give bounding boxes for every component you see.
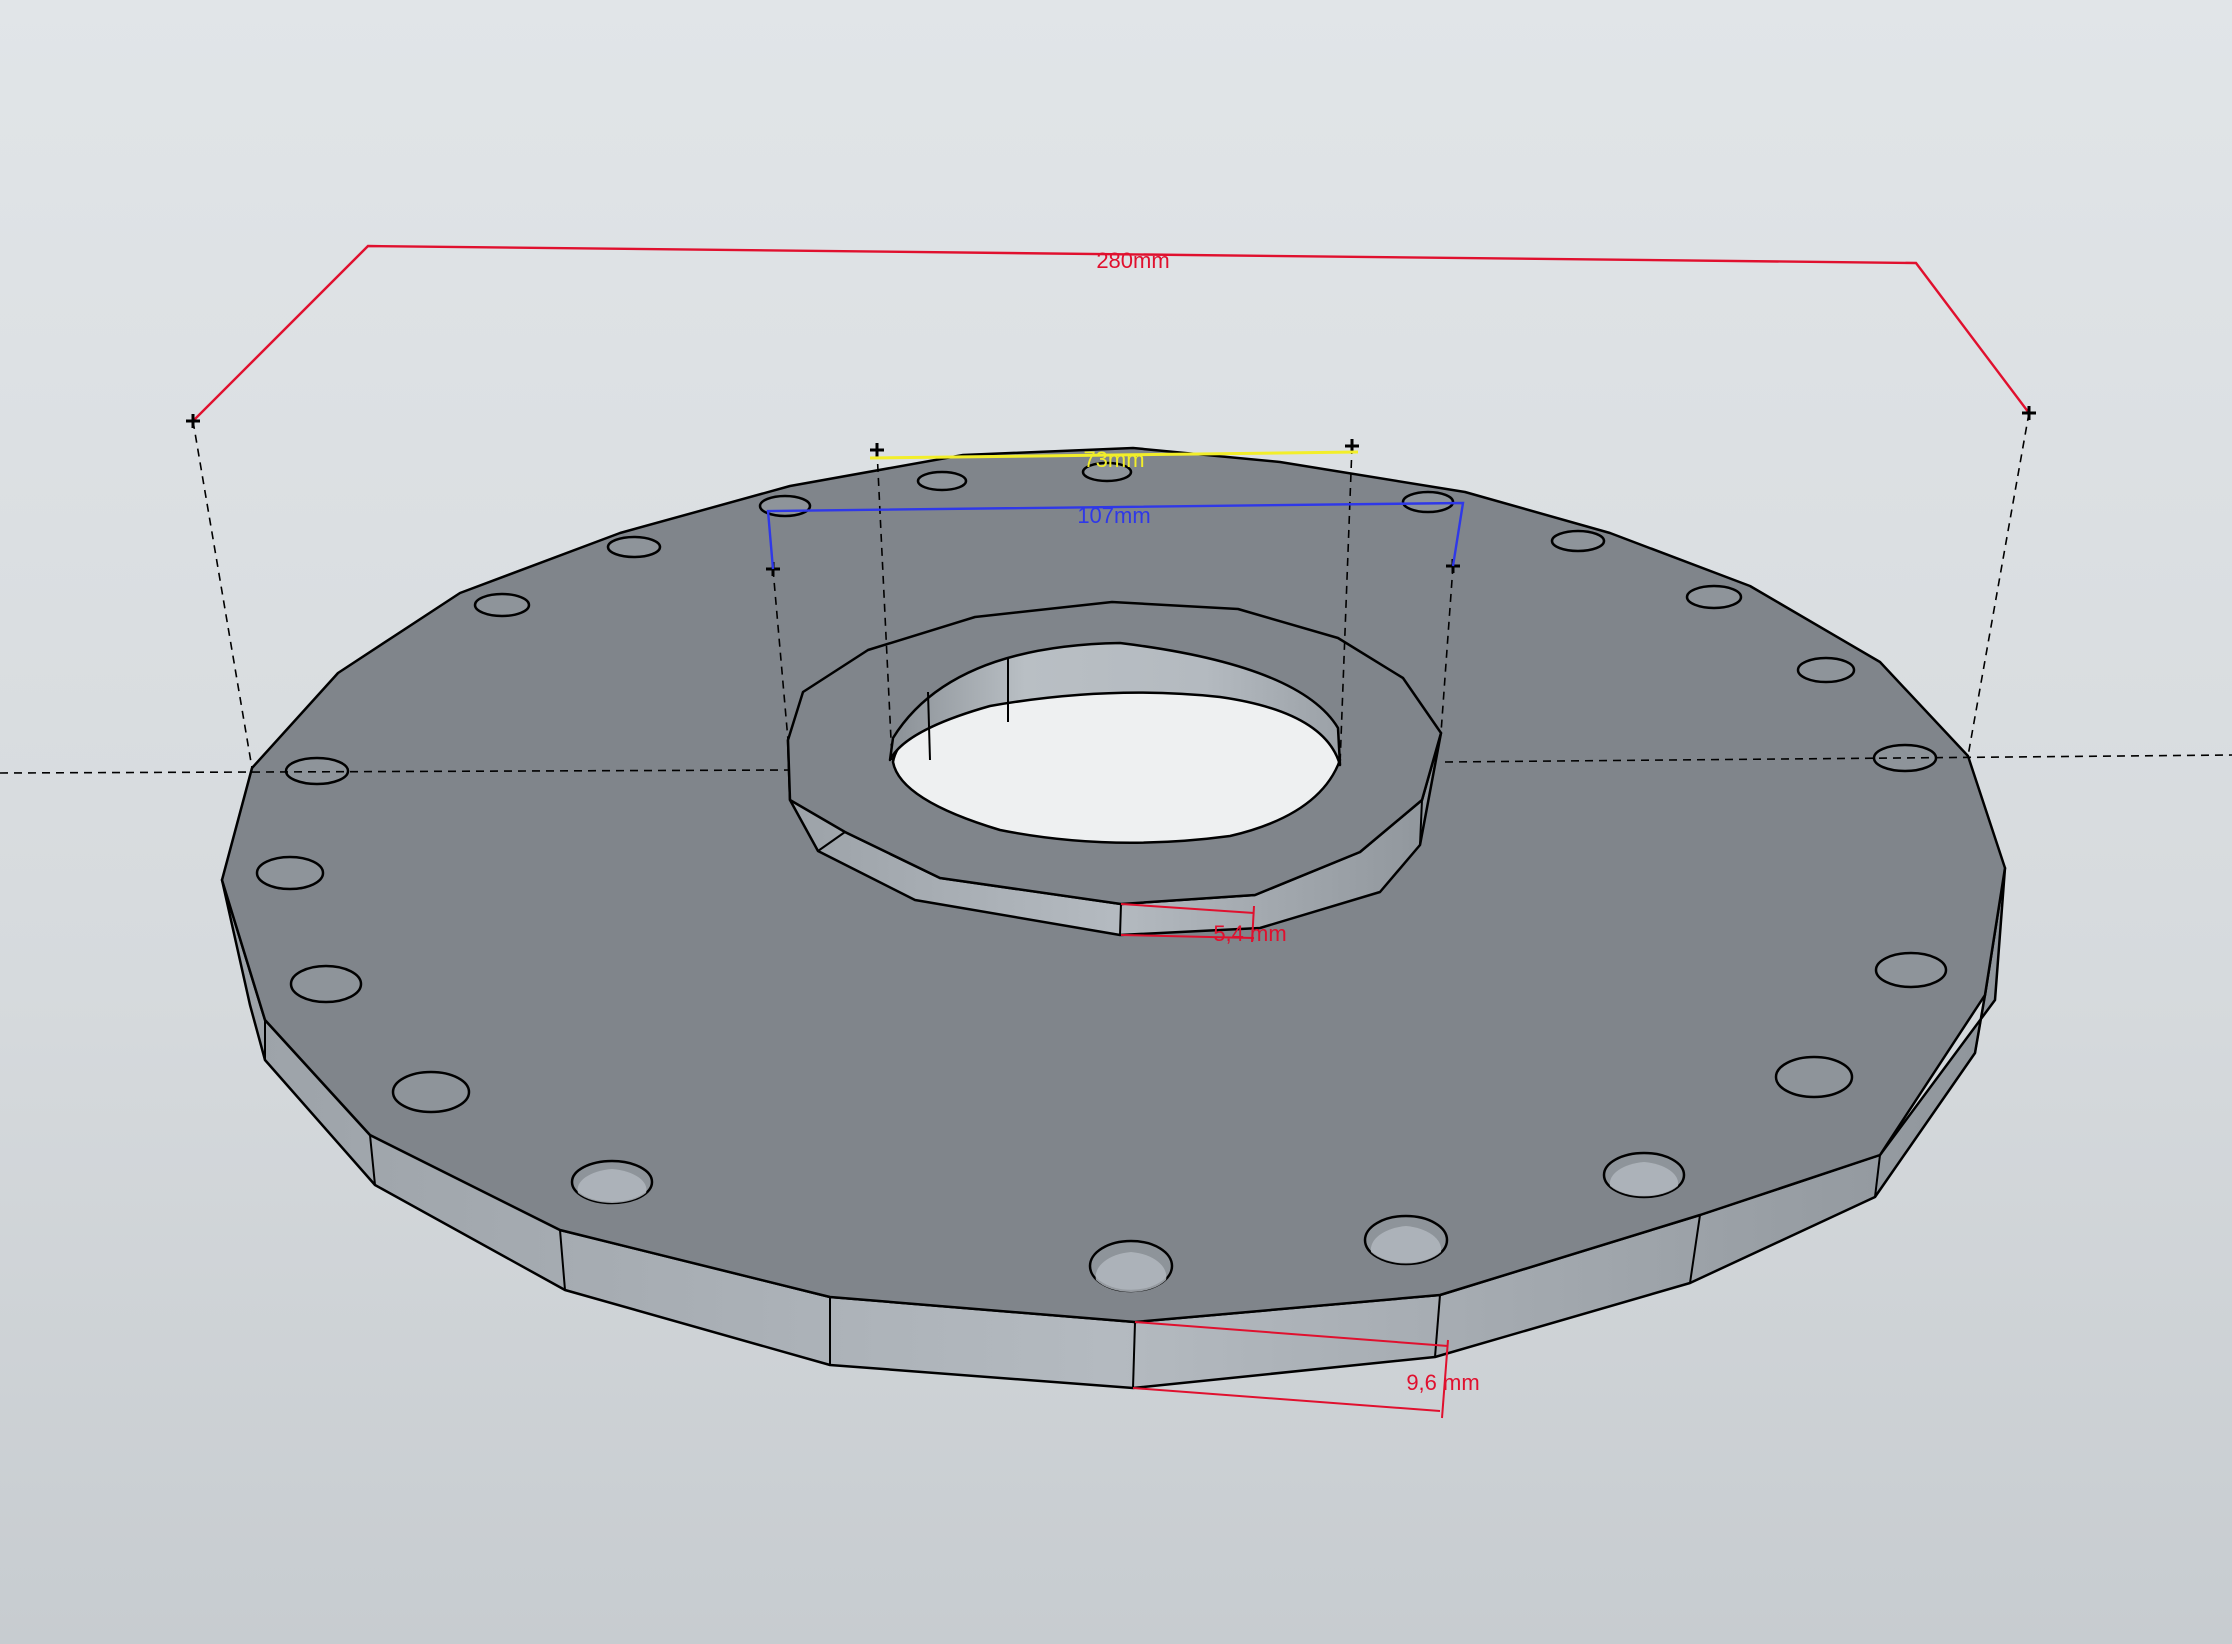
label-hub-inner-diameter: 73mm — [1083, 447, 1144, 472]
label-flange-thickness: 9,6 mm — [1406, 1370, 1479, 1395]
bolt-hole — [391, 1070, 471, 1114]
label-hub-thickness: 5,4 mm — [1213, 921, 1286, 946]
bolt-hole — [606, 535, 662, 559]
bolt-hole — [1401, 490, 1455, 514]
label-hub-outer-diameter: 107mm — [1077, 503, 1150, 528]
bolt-hole — [1796, 656, 1856, 684]
bolt-hole — [1685, 584, 1743, 610]
label-outer-diameter: 280mm — [1096, 248, 1169, 273]
bolt-hole — [289, 964, 363, 1004]
bolt-hole — [916, 470, 968, 492]
bolt-hole — [473, 592, 531, 618]
bolt-hole — [1874, 951, 1948, 989]
bolt-hole — [1774, 1055, 1854, 1099]
cad-viewport[interactable]: 280mm 73mm 107mm 5,4 mm 9,6 mm — [0, 0, 2232, 1644]
bolt-hole — [255, 855, 325, 891]
dimension-line — [1132, 1387, 1441, 1412]
bolt-hole — [1550, 529, 1606, 553]
